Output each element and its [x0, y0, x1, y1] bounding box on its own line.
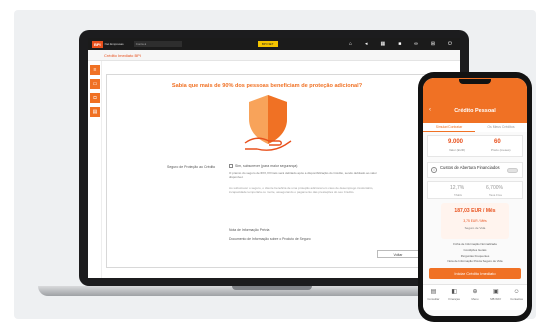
- brand-logo[interactable]: BPI Net Empresas: [92, 40, 124, 48]
- opening-costs-label: Custos de Abertura Financiados: [440, 165, 500, 170]
- menu-icon[interactable]: ≡: [90, 65, 100, 75]
- logo-text: Net Empresas: [104, 42, 124, 46]
- document-icon: ▤: [430, 289, 437, 295]
- wallet-icon: ◧: [451, 289, 458, 295]
- laptop-hinge: [232, 286, 312, 290]
- top-icon-group: ⌂ ◂ ▦ ■ ∞ ⊞ ⏻: [349, 41, 452, 47]
- insurance-monthly: 3,75 EUR / Mês: [463, 219, 487, 223]
- insurance-label-phone: Seguro de Vida: [464, 226, 486, 230]
- opening-costs-toggle[interactable]: [507, 168, 518, 173]
- rates-card: 12,7% TAEG 6,700% Taxa Fixa: [427, 181, 523, 199]
- nav-label: Finanças: [448, 297, 460, 301]
- tan-value: 6,700%: [486, 185, 503, 191]
- insurance-details: Ao subscrever o seguro, o cliente benefi…: [229, 186, 374, 195]
- phone-title: Crédito Pessoal: [454, 108, 496, 114]
- bottom-navigation: ▤ Consultar ◧ Finanças ⊕ Menu ▣ MB WAY ☺…: [423, 284, 527, 310]
- loan-parameters-card: 9.000 Valor (EUR) 60 Prazo (meses): [427, 135, 523, 157]
- loan-term-label: Prazo (meses): [491, 148, 511, 152]
- mbway-icon: ▣: [492, 289, 499, 295]
- phone-header: ‹ Crédito Pessoal: [423, 78, 527, 123]
- insurance-offer-panel: Sabia que mais de 90% dos pessoas benefi…: [106, 74, 428, 268]
- sidebar: ≡ ▭ ◘ ▤: [88, 61, 102, 278]
- subscribe-checkbox-row[interactable]: Sim, subscrever (para maior segurança): [229, 164, 297, 168]
- taeg-label: TAEG: [454, 193, 462, 197]
- link-icon[interactable]: ∞: [414, 41, 418, 47]
- power-icon[interactable]: ⏻: [448, 41, 452, 47]
- nav-label: MB WAY: [490, 297, 502, 301]
- tab-simulate[interactable]: Simular/Contratar: [423, 123, 475, 132]
- nav-menu[interactable]: ⊕ Menu: [465, 285, 486, 310]
- people-icon: ☺: [513, 289, 520, 295]
- breadcrumb-bar: Crédito Imediato BPI: [88, 50, 460, 61]
- breadcrumb[interactable]: Crédito Imediato BPI: [104, 53, 141, 58]
- nav-contactos[interactable]: ☺ Contactos: [506, 285, 527, 310]
- monthly-payment: 187,03 EUR / Mês: [454, 208, 496, 214]
- nav-label: Consultar: [427, 297, 440, 301]
- start-credit-button[interactable]: Iniciar Crédito Imediato: [429, 268, 521, 279]
- nav-label: Menu: [471, 297, 479, 301]
- product-info-link[interactable]: Documento de Informação sobre o Produto …: [229, 237, 311, 241]
- nav-mbway[interactable]: ▣ MB WAY: [485, 285, 506, 310]
- nav-financas[interactable]: ◧ Finanças: [444, 285, 465, 310]
- cart-icon[interactable]: ⊞: [431, 41, 435, 47]
- monthly-payment-box: 187,03 EUR / Mês 3,75 EUR / Mês Seguro d…: [441, 203, 509, 239]
- home-icon[interactable]: ⌂: [349, 41, 352, 47]
- plus-circle-icon: ⊕: [472, 289, 478, 295]
- megaphone-icon[interactable]: ◂: [365, 41, 368, 47]
- insurance-description: O prémio do seguro de €XX,XX/mês será de…: [229, 171, 377, 180]
- grid-icon[interactable]: ▦: [380, 41, 385, 47]
- loan-term[interactable]: 60: [494, 139, 501, 145]
- account-selector[interactable]: Conta à: [133, 41, 182, 47]
- laptop-screen: BPI Net Empresas Conta à BPI NET ⌂ ◂ ▦ ■…: [88, 38, 460, 278]
- doc-link-life-insurance[interactable]: Nota de Informação Prévia Seguro de Vida: [423, 259, 527, 265]
- shield-hand-icon: [244, 95, 292, 151]
- tab-my-credits[interactable]: Os Meus Créditos: [475, 123, 527, 132]
- insurance-label: Seguro de Proteção ao Crédito: [167, 165, 216, 169]
- bpi-net-badge[interactable]: BPI NET: [257, 41, 278, 47]
- loan-amount-label: Valor (EUR): [449, 148, 465, 152]
- taeg-value: 12,7%: [450, 185, 465, 191]
- subscribe-checkbox[interactable]: [229, 164, 233, 168]
- subscribe-checkbox-label: Sim, subscrever (para maior segurança): [235, 164, 298, 168]
- prior-info-link[interactable]: Nota de Informação Prévia: [229, 228, 269, 232]
- lock-icon[interactable]: ■: [398, 41, 401, 47]
- phone-screen: ‹ Crédito Pessoal Simular/Contratar Os M…: [423, 78, 527, 316]
- nav-label: Contactos: [510, 297, 523, 301]
- phone-tabs: Simular/Contratar Os Meus Créditos: [423, 123, 527, 132]
- phone-notch: [459, 79, 491, 84]
- folder-icon[interactable]: ▭: [90, 79, 100, 89]
- document-icon[interactable]: ▤: [90, 107, 100, 117]
- top-navigation-bar: BPI Net Empresas Conta à BPI NET ⌂ ◂ ▦ ■…: [88, 38, 460, 50]
- opening-costs-row: i Custos de Abertura Financiados: [427, 162, 523, 178]
- page-title: Sabia que mais de 90% dos pessoas benefi…: [171, 83, 363, 89]
- chat-icon[interactable]: ◘: [90, 93, 100, 103]
- tan-label: Taxa Fixa: [489, 193, 502, 197]
- nav-consultar[interactable]: ▤ Consultar: [423, 285, 444, 310]
- logo-mark: BPI: [92, 40, 103, 48]
- loan-amount[interactable]: 9.000: [448, 139, 463, 145]
- document-links: Ficha de Informação Normalizada Condiçõe…: [423, 242, 527, 265]
- back-button[interactable]: Voltar: [377, 250, 419, 258]
- info-icon[interactable]: i: [431, 167, 437, 173]
